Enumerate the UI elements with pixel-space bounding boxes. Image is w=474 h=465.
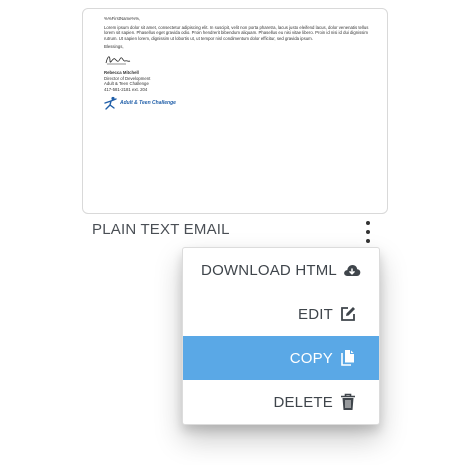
email-template-card[interactable]: %%FirstName%%, Lorem ipsum dolor sit ame… <box>82 8 388 214</box>
download-html-label: DOWNLOAD HTML <box>201 261 337 279</box>
copy-label: COPY <box>289 349 333 367</box>
email-preview: %%FirstName%%, Lorem ipsum dolor sit ame… <box>104 15 369 111</box>
signature-phone: 417-581-2181 ext. 204 <box>104 86 148 92</box>
kebab-dot <box>366 230 370 234</box>
download-html-menu-item[interactable]: DOWNLOAD HTML <box>183 248 379 292</box>
preview-greeting: %%FirstName%%, <box>104 16 141 21</box>
cloud-download-icon <box>343 261 361 279</box>
preview-blessing: Blessings, <box>104 44 124 50</box>
copy-icon <box>339 349 357 367</box>
trash-icon <box>339 393 357 411</box>
org-logo: Adult & Teen Challenge <box>104 95 369 111</box>
copy-menu-item[interactable]: COPY <box>183 336 379 380</box>
logo-text: Adult & Teen Challenge <box>120 99 176 106</box>
edit-menu-item[interactable]: EDIT <box>183 292 379 336</box>
options-menu: DOWNLOAD HTML EDIT COPY DELETE <box>182 247 380 425</box>
logo-figure-icon <box>104 97 117 111</box>
kebab-dot <box>366 239 370 243</box>
card-title: PLAIN TEXT EMAIL <box>92 221 230 238</box>
delete-label: DELETE <box>273 393 333 411</box>
preview-body: Lorem ipsum dolor sit amet, consectetur … <box>104 24 369 41</box>
edit-label: EDIT <box>298 305 333 323</box>
edit-icon <box>339 305 357 323</box>
more-options-button[interactable] <box>358 221 378 243</box>
signature-image <box>105 56 131 65</box>
delete-menu-item[interactable]: DELETE <box>183 380 379 424</box>
kebab-dot <box>366 221 370 225</box>
